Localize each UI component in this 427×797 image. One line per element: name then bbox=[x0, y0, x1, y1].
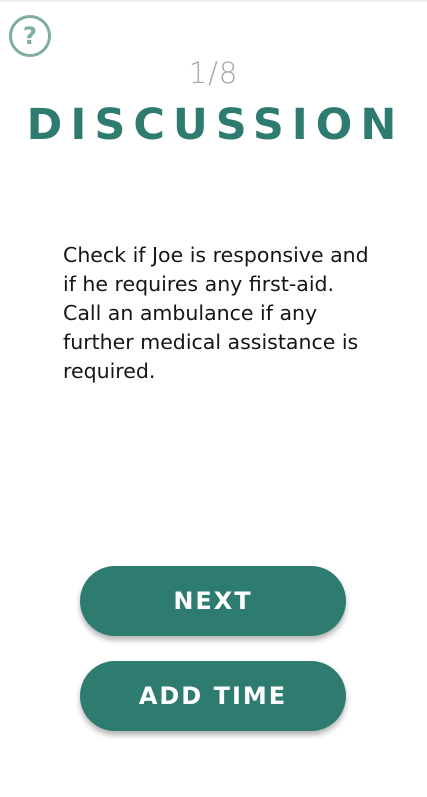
add-time-button[interactable]: ADD TIME bbox=[80, 661, 346, 731]
next-button-label: NEXT bbox=[173, 587, 253, 615]
help-button[interactable]: ? bbox=[9, 15, 51, 57]
add-time-button-label: ADD TIME bbox=[138, 682, 288, 710]
next-button[interactable]: NEXT bbox=[80, 566, 346, 636]
instruction-text: Check if Joe is responsive and if he req… bbox=[63, 243, 369, 383]
page-title: DISCUSSION bbox=[26, 100, 405, 150]
step-counter: 1/8 bbox=[188, 56, 239, 90]
question-mark-icon: ? bbox=[23, 21, 37, 50]
top-divider bbox=[0, 0, 427, 2]
